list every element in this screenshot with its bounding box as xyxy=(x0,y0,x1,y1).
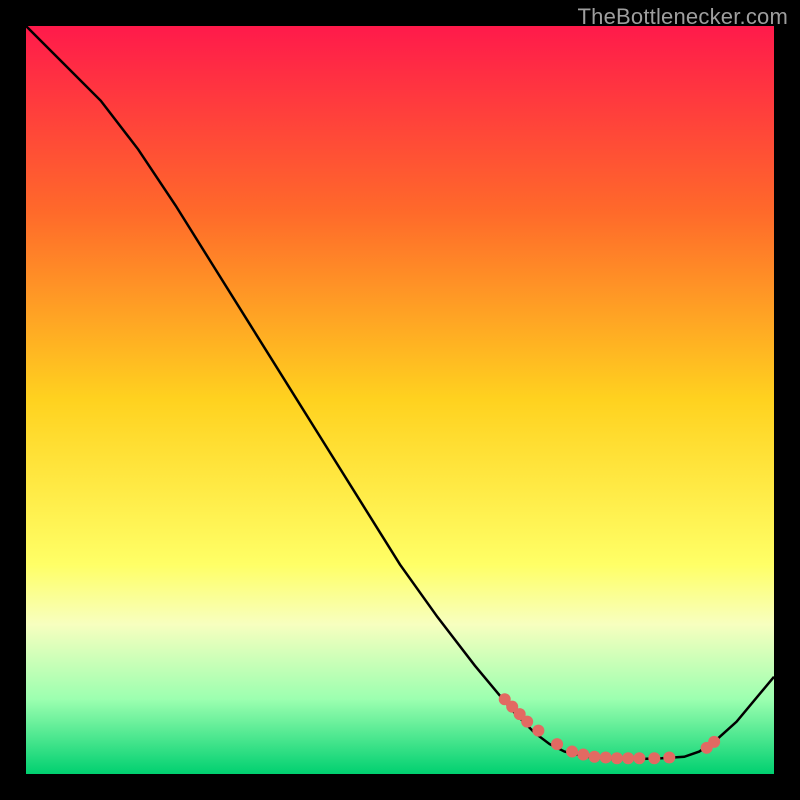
marker-dot xyxy=(611,752,623,764)
marker-dot xyxy=(648,752,660,764)
gradient-background xyxy=(26,26,774,774)
marker-dot xyxy=(663,752,675,764)
marker-dot xyxy=(566,746,578,758)
marker-dot xyxy=(532,725,544,737)
marker-dot xyxy=(622,752,634,764)
chart-frame: TheBottlenecker.com xyxy=(0,0,800,800)
marker-dot xyxy=(577,749,589,761)
marker-dot xyxy=(551,738,563,750)
marker-dot xyxy=(633,752,645,764)
watermark-text: TheBottlenecker.com xyxy=(578,4,788,30)
marker-dot xyxy=(521,716,533,728)
marker-dot xyxy=(588,751,600,763)
marker-dot xyxy=(600,752,612,764)
bottleneck-chart xyxy=(26,26,774,774)
marker-dot xyxy=(708,736,720,748)
